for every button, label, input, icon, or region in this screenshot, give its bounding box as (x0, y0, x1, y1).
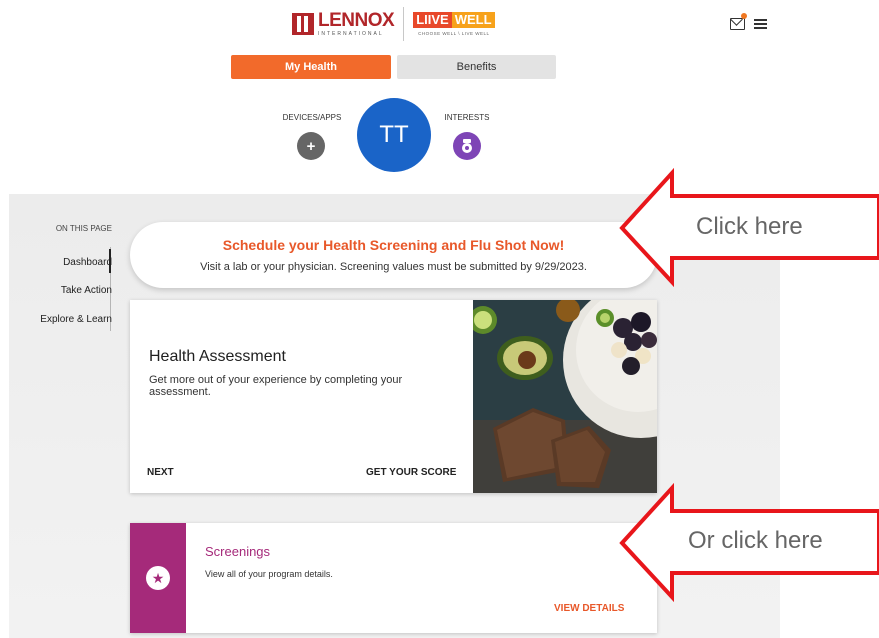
screenings-title: Screenings (205, 544, 271, 559)
add-device-button[interactable]: + (297, 132, 325, 160)
hamburger-menu-icon[interactable] (754, 19, 767, 29)
on-this-page-heading: ON THIS PAGE (55, 224, 112, 233)
screenings-description: View all of your program details. (205, 569, 333, 579)
food-photo (473, 300, 657, 493)
livewell-tagline: CHOOSE WELL \ LIVE WELL (418, 31, 490, 36)
annotation-click-here: Click here (696, 213, 803, 240)
notification-dot (741, 13, 747, 19)
lennox-wordmark-text: LENNOX (318, 10, 395, 31)
tab-my-health[interactable]: My Health (231, 55, 391, 79)
interests-label: INTERESTS (444, 113, 490, 122)
logo-divider (403, 7, 405, 41)
livewell-logo: LIIVE WELL CHOOSE WELL \ LIVE WELL (413, 12, 495, 36)
lennox-wordmark-sub: INTERNATIONAL (318, 31, 384, 37)
health-assessment-card: Health Assessment Get more out of your e… (130, 300, 657, 493)
star-icon: ★ (146, 566, 170, 590)
schedule-screening-banner[interactable]: Schedule your Health Screening and Flu S… (130, 222, 657, 288)
devices-apps-label: DEVICES/APPS (282, 113, 342, 122)
screenings-card[interactable]: ★ Screenings View all of your program de… (130, 523, 657, 633)
interests-icon (462, 139, 472, 153)
on-this-page-explore-learn[interactable]: Explore & Learn (40, 314, 112, 325)
health-assessment-description: Get more out of your experience by compl… (149, 374, 403, 398)
annotation-or-click-here: Or click here (688, 527, 823, 554)
get-your-score-button[interactable]: GET YOUR SCORE (366, 467, 456, 478)
livewell-well-text: WELL (451, 12, 495, 28)
schedule-banner-title: Schedule your Health Screening and Flu S… (222, 237, 565, 253)
health-assessment-title: Health Assessment (149, 348, 286, 365)
view-details-button[interactable]: VIEW DETAILS (554, 603, 624, 614)
on-this-page-take-action[interactable]: Take Action (61, 285, 112, 296)
livewell-wordmark: LIIVE WELL (413, 12, 495, 28)
avatar[interactable]: TT (357, 98, 431, 172)
brand-logo[interactable]: LENNOX INTERNATIONAL LIIVE WELL CHOOSE W… (292, 6, 495, 42)
livewell-live-text: LIIVE (413, 12, 452, 28)
lennox-logo-icon (292, 13, 314, 35)
schedule-banner-subtitle: Visit a lab or your physician. Screening… (200, 261, 587, 273)
on-this-page-dashboard[interactable]: Dashboard (63, 257, 112, 268)
interests-button[interactable] (453, 132, 481, 160)
food-illustration (473, 300, 657, 493)
lennox-wordmark: LENNOX INTERNATIONAL (318, 10, 395, 37)
next-button[interactable]: NEXT (147, 467, 174, 478)
mail-icon[interactable] (730, 18, 745, 30)
tab-benefits[interactable]: Benefits (397, 55, 556, 79)
